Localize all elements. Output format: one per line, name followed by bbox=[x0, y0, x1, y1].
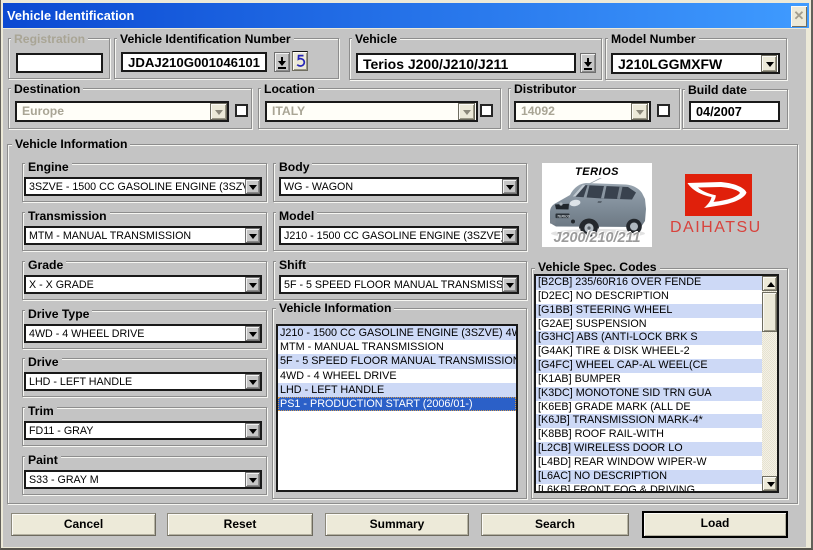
svg-text:TERIOS: TERIOS bbox=[557, 214, 571, 218]
